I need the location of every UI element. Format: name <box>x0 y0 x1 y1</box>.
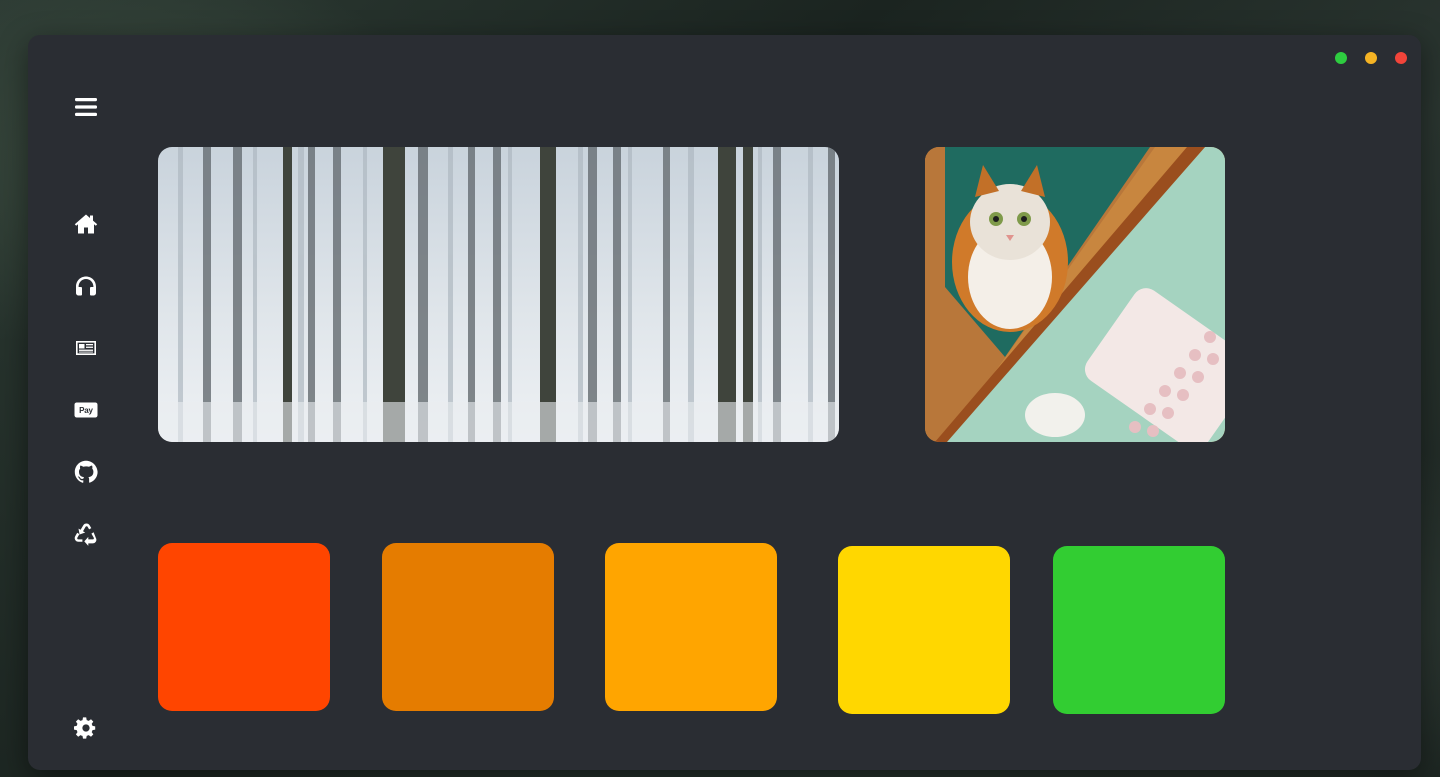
close-button[interactable] <box>1395 52 1407 64</box>
app-window: Pay <box>28 35 1421 770</box>
window-controls <box>1335 52 1407 64</box>
minimize-button[interactable] <box>1365 52 1377 64</box>
color-swatch[interactable] <box>1053 546 1225 714</box>
snowy-forest-photo[interactable] <box>158 147 839 442</box>
github-icon[interactable] <box>72 458 100 486</box>
cat-on-desk-photo[interactable] <box>925 147 1225 442</box>
gear-icon[interactable] <box>72 714 100 742</box>
color-swatch[interactable] <box>158 543 330 711</box>
maximize-button[interactable] <box>1335 52 1347 64</box>
apple-pay-label: Pay <box>79 405 93 415</box>
color-swatch[interactable] <box>838 546 1010 714</box>
menu-icon[interactable] <box>72 93 100 121</box>
home-icon[interactable] <box>72 210 100 238</box>
headphones-icon[interactable] <box>72 272 100 300</box>
color-swatch[interactable] <box>382 543 554 711</box>
color-swatch[interactable] <box>605 543 777 711</box>
apple-pay-icon[interactable]: Pay <box>72 396 100 424</box>
recycle-icon[interactable] <box>72 520 100 548</box>
newspaper-icon[interactable] <box>72 334 100 362</box>
